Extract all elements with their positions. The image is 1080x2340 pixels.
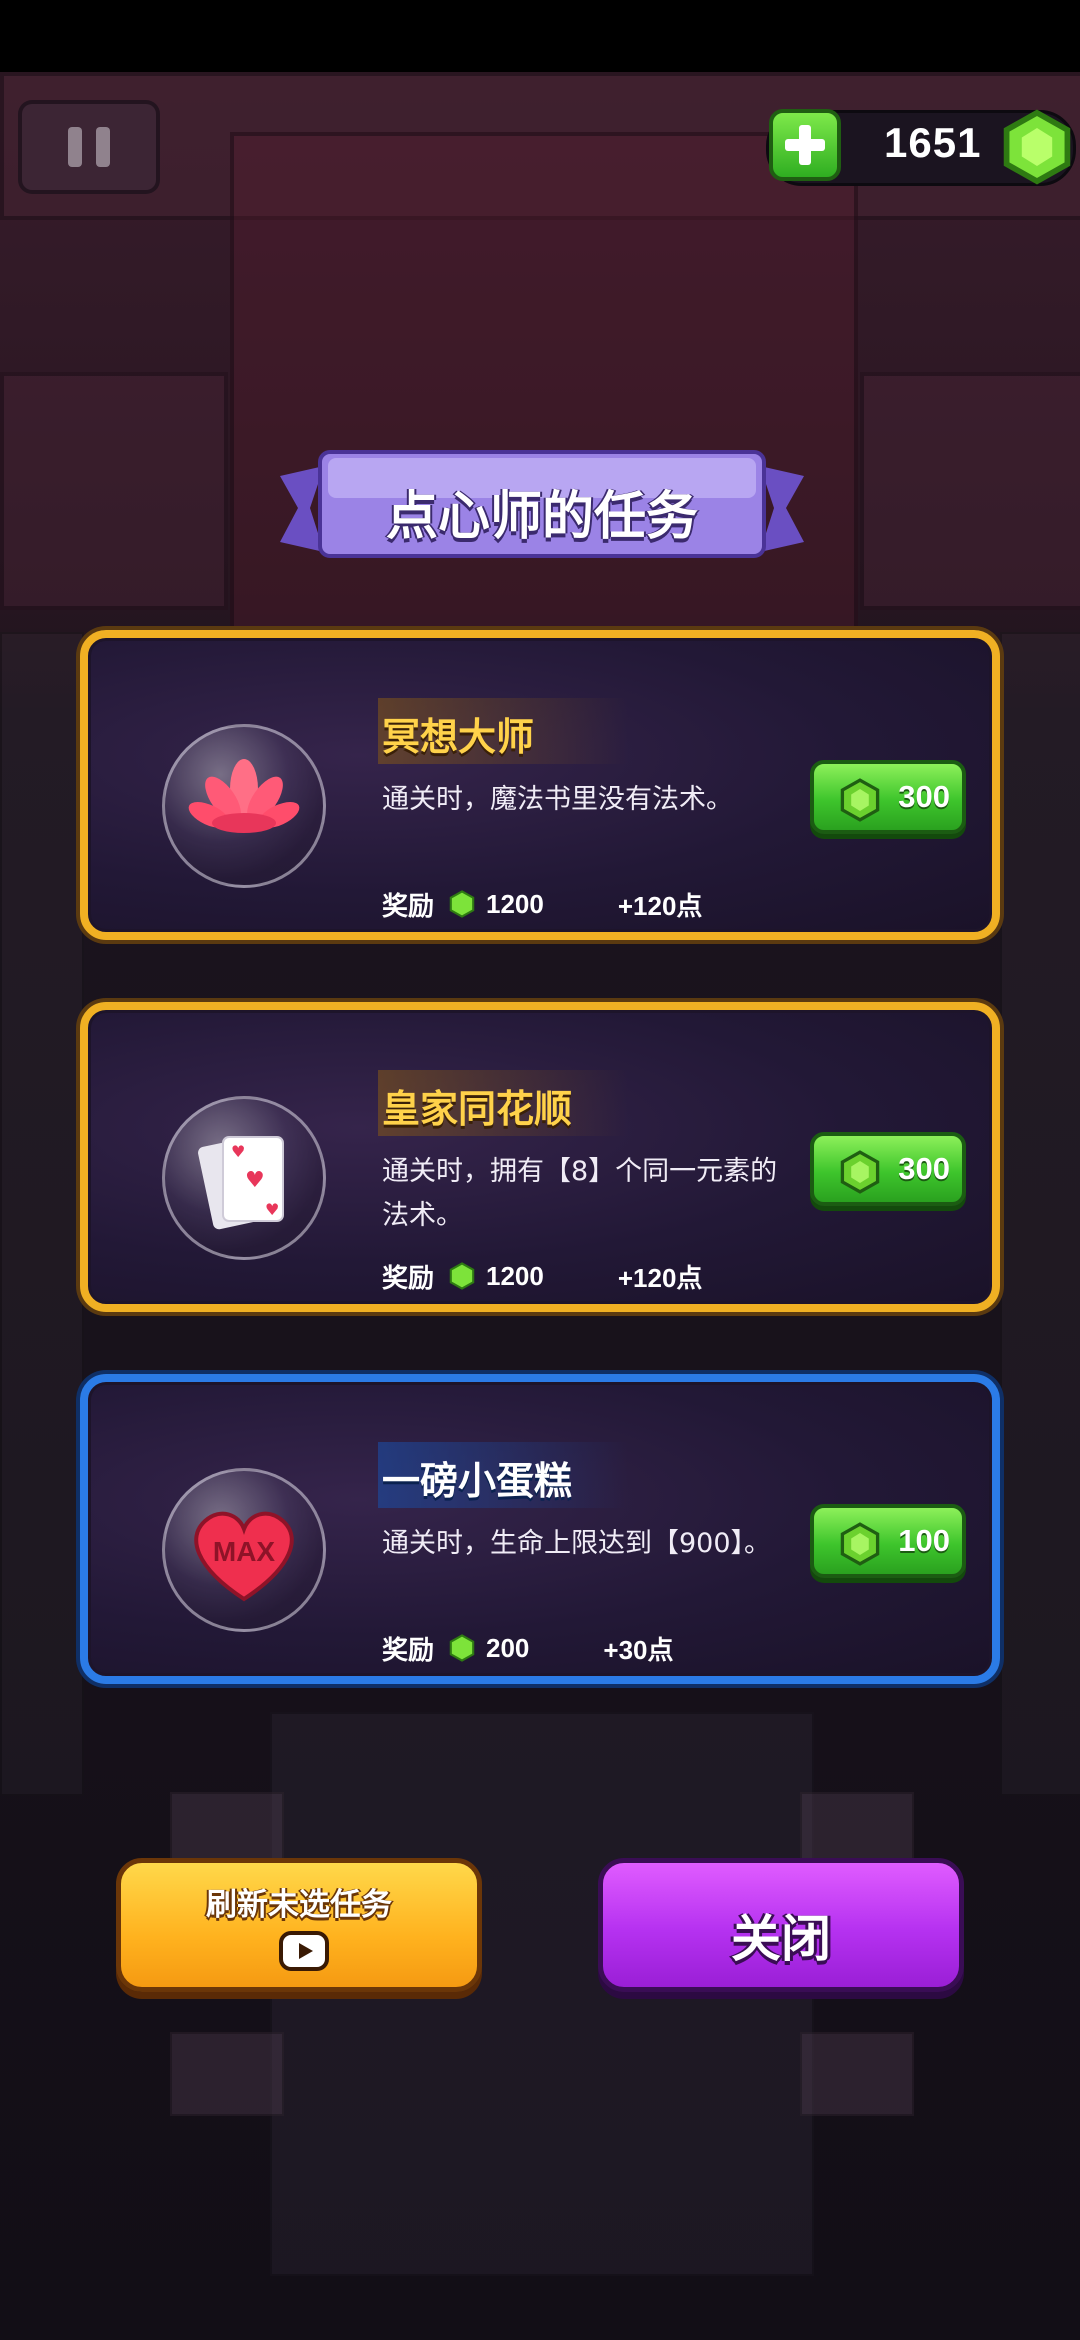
gem-counter: 1651	[766, 109, 1076, 186]
video-ad-icon	[279, 1931, 329, 1971]
gem-icon	[449, 1262, 475, 1290]
reward-label: 奖励	[382, 1263, 435, 1294]
dialog-title: 点心师的任务	[385, 487, 698, 547]
gem-icon	[840, 778, 880, 822]
refresh-quests-button[interactable]: 刷新未选任务	[116, 1858, 482, 1992]
playing-cards-icon: ♥ ♥ ♥	[198, 1136, 284, 1230]
close-label: 关闭	[731, 1910, 831, 1968]
quest-reward: 奖励 200 +30点	[382, 1628, 674, 1668]
reward-points: +30点	[603, 1634, 674, 1665]
quest-cost: 100	[898, 1523, 950, 1558]
lotus-icon	[188, 759, 300, 833]
quest-title: 皇家同花顺	[382, 1087, 573, 1131]
svg-text:♥: ♥	[265, 1200, 279, 1219]
quest-title: 冥想大师	[382, 715, 535, 759]
quest-reward: 奖励 1200 +120点	[382, 884, 702, 924]
gem-icon	[1003, 109, 1071, 185]
quest-cost: 300	[898, 1151, 950, 1186]
max-heart-icon: MAX	[194, 1511, 294, 1602]
buy-quest-button[interactable]: 300	[810, 1132, 966, 1206]
refresh-label: 刷新未选任务	[206, 1887, 392, 1923]
quest-card: MAX 一磅小蛋糕 通关时，生命上限达到【900】。 奖励 200 +30点 1…	[80, 1374, 1000, 1684]
pause-button[interactable]	[18, 100, 160, 194]
svg-text:♥: ♥	[231, 1142, 245, 1161]
gem-icon	[840, 1522, 880, 1566]
quest-orb: MAX	[162, 1468, 326, 1632]
buy-quest-button[interactable]: 300	[810, 760, 966, 834]
quest-orb	[162, 724, 326, 888]
reward-gems: 1200	[486, 888, 544, 919]
reward-label: 奖励	[382, 1635, 435, 1666]
pause-icon	[68, 127, 82, 167]
quest-title: 一磅小蛋糕	[382, 1459, 573, 1503]
quest-card: 冥想大师 通关时，魔法书里没有法术。 奖励 1200 +120点 300	[80, 630, 1000, 940]
reward-points: +120点	[617, 890, 703, 921]
reward-label: 奖励	[382, 891, 435, 922]
gem-count: 1651	[884, 119, 982, 166]
quest-description: 通关时，魔法书里没有法术。	[382, 784, 733, 815]
gem-icon	[449, 890, 475, 918]
reward-gems: 1200	[486, 1260, 544, 1291]
dialog-title-banner: 点心师的任务	[280, 448, 804, 576]
reward-points: +120点	[617, 1262, 703, 1293]
quest-description: 通关时，拥有【8】个同一元素的法术。	[382, 1156, 778, 1231]
quest-reward: 奖励 1200 +120点	[382, 1256, 702, 1296]
quest-description: 通关时，生命上限达到【900】。	[382, 1528, 772, 1559]
buy-quest-button[interactable]: 100	[810, 1504, 966, 1578]
gem-icon	[449, 1634, 475, 1662]
add-gems-button[interactable]	[769, 109, 841, 181]
quest-cost: 300	[898, 779, 950, 814]
svg-text:♥: ♥	[245, 1168, 265, 1193]
status-bar	[0, 0, 1080, 72]
svg-text:MAX: MAX	[213, 1536, 276, 1567]
gem-icon	[840, 1150, 880, 1194]
close-button[interactable]: 关闭	[598, 1858, 964, 1992]
quest-orb: ♥ ♥ ♥	[162, 1096, 326, 1260]
quest-card: ♥ ♥ ♥ 皇家同花顺 通关时，拥有【8】个同一元素的法术。 奖励 1200 +…	[80, 1002, 1000, 1312]
reward-gems: 200	[486, 1632, 530, 1663]
